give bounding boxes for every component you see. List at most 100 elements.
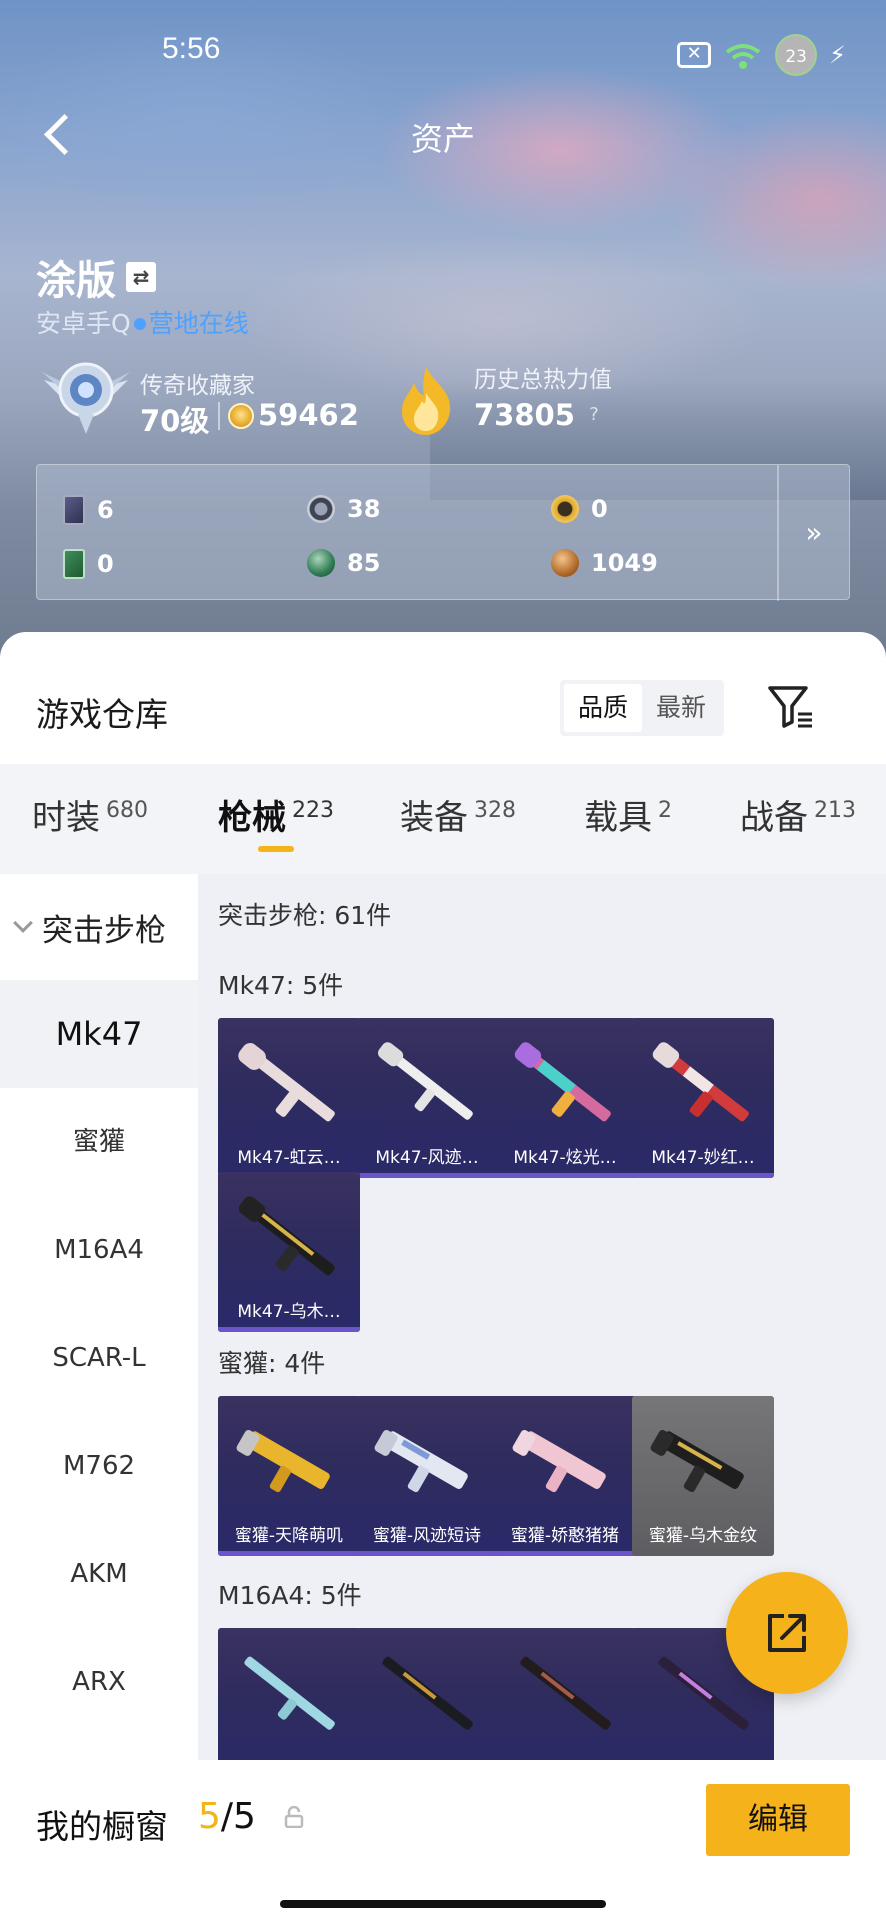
heat-label: 历史总热力值 [474, 367, 612, 393]
resource-value: 6 [97, 496, 114, 524]
chevron-down-icon [13, 913, 33, 933]
sidebar-item-arx[interactable]: ARX [0, 1628, 198, 1736]
sidebar-item-scar-l[interactable]: SCAR-L [0, 1304, 198, 1412]
rifle-skin-image [382, 1656, 473, 1730]
resource-item: 38 [307, 495, 380, 523]
sim-off-icon: ✕ [677, 42, 712, 68]
tab-equipment[interactable]: 装备 328 [400, 790, 516, 839]
rifle-skin-image [244, 1656, 335, 1730]
resources-more-icon[interactable]: » [777, 465, 849, 601]
page-title: 资产 [410, 120, 475, 158]
showcase-total: /5 [220, 1796, 256, 1837]
card-name: Mk47-乌木… [237, 1302, 341, 1322]
sidebar-item-m16a4[interactable]: M16A4 [0, 1196, 198, 1304]
rarity-stripe [494, 1551, 636, 1556]
gold-token-icon [551, 495, 579, 523]
warehouse-title: 游戏仓库 [36, 695, 168, 734]
tab-count: 680 [106, 798, 148, 823]
showcase-count: 5/5 [198, 1796, 256, 1837]
coin-icon [228, 403, 254, 429]
group-header: 蜜獾: 4件 [218, 1349, 326, 1378]
online-dot-icon [133, 318, 146, 330]
help-icon[interactable]: ? [583, 404, 605, 426]
rifle-skin-image [514, 1042, 611, 1122]
weapon-card[interactable]: 蜜獾-娇憨猪猪 [494, 1396, 636, 1556]
filter-icon[interactable] [766, 682, 816, 732]
rarity-stripe [494, 1173, 636, 1178]
nav-bar: 资产 [0, 100, 886, 170]
tab-count: 328 [474, 798, 516, 823]
tab-count: 2 [658, 798, 672, 823]
weapon-card[interactable]: 蜜獾-风迹短诗 [356, 1396, 498, 1556]
rifle-skin-image [238, 1043, 335, 1122]
tab-label: 枪械 [218, 798, 286, 838]
card-icon [63, 495, 85, 525]
edit-button[interactable]: 编辑 [706, 1784, 850, 1856]
sidebar-category[interactable]: 突击步枪 [0, 874, 198, 980]
green-orb-icon [307, 549, 335, 577]
rifle-skin-image [378, 1042, 473, 1120]
green-card-icon [63, 549, 85, 579]
card-name: Mk47-风迹… [375, 1148, 479, 1168]
card-name: 蜜獾-娇憨猪猪 [510, 1526, 620, 1546]
showcase-current: 5 [198, 1796, 221, 1837]
weapon-card[interactable]: Mk47-虹云… [218, 1018, 360, 1178]
switch-account-icon[interactable]: ⇄ [126, 262, 156, 292]
smg-skin-image [236, 1430, 330, 1493]
sort-quality-button[interactable]: 品质 [564, 684, 642, 732]
silver-coin-icon [307, 495, 335, 523]
showcase-bar: 我的橱窗 5/5 编辑 [0, 1760, 886, 1920]
rank-level: 70级 [140, 404, 210, 438]
smg-skin-image [512, 1430, 606, 1493]
share-button[interactable] [726, 1572, 848, 1694]
tab-count: 213 [814, 798, 856, 823]
weapon-card[interactable]: Mk47-风迹… [356, 1018, 498, 1178]
tab-label: 载具 [584, 798, 652, 838]
resource-item: 0 [551, 495, 608, 523]
user-name-row: 涂版 ⇄ [36, 248, 156, 306]
divider [218, 402, 220, 430]
rarity-stripe [218, 1551, 360, 1556]
tab-label: 战备 [740, 798, 808, 838]
user-name: 涂版 [36, 258, 116, 304]
group-header: Mk47: 5件 [218, 971, 344, 1000]
weapon-card[interactable]: Mk47-妙红… [632, 1018, 774, 1178]
charging-icon: ⚡ [829, 41, 846, 69]
sort-newest-button[interactable]: 最新 [642, 684, 720, 732]
rank-title: 传奇收藏家 [140, 373, 255, 399]
rifle-skin-image [238, 1196, 335, 1276]
showcase-label: 我的橱窗 [36, 1807, 168, 1846]
sidebar-item-honey-badger[interactable]: 蜜獾 [0, 1088, 198, 1196]
coin-value: 59462 [258, 398, 359, 432]
sidebar-item-mk47[interactable]: Mk47 [0, 980, 198, 1088]
weapon-card[interactable]: 蜜獾-乌木金纹 [632, 1396, 774, 1556]
card-name: Mk47-虹云… [237, 1148, 341, 1168]
resource-item: 6 [63, 495, 114, 525]
tab-label: 装备 [400, 798, 468, 838]
resource-value: 85 [347, 549, 381, 577]
group-header: M16A4: 5件 [218, 1581, 362, 1610]
weapon-card[interactable]: Mk47-乌木… [218, 1172, 360, 1332]
tab-count: 223 [292, 798, 334, 823]
card-name: 蜜獾-风迹短诗 [372, 1526, 482, 1546]
resources-panel[interactable]: 6 38 0 0 85 1049 » [36, 464, 850, 601]
heat-flame-icon [402, 367, 451, 435]
status-icons: ✕ 23 ⚡ [677, 34, 846, 76]
card-name: Mk47-炫光… [513, 1148, 617, 1168]
tab-fashion[interactable]: 时装 680 [32, 790, 148, 839]
sidebar-item-akm[interactable]: AKM [0, 1520, 198, 1628]
tab-vehicles[interactable]: 载具 2 [584, 790, 672, 839]
share-icon [768, 1614, 806, 1652]
weapon-card[interactable]: 蜜獾-天降萌叽 [218, 1396, 360, 1556]
lock-icon [284, 1806, 304, 1828]
active-tab-indicator [258, 846, 294, 852]
resource-item: 1049 [551, 549, 658, 577]
tab-guns[interactable]: 枪械 223 [218, 790, 334, 839]
category-tabs: 时装 680 枪械 223 装备 328 载具 2 战备 213 [0, 764, 886, 874]
sort-toggle: 品质 最新 [560, 680, 724, 736]
sidebar-item-m762[interactable]: M762 [0, 1412, 198, 1520]
tab-supplies[interactable]: 战备 213 [740, 790, 856, 839]
rarity-stripe [632, 1173, 774, 1178]
weapon-card[interactable]: Mk47-炫光… [494, 1018, 636, 1178]
user-platform: 安卓手Q [36, 309, 131, 338]
